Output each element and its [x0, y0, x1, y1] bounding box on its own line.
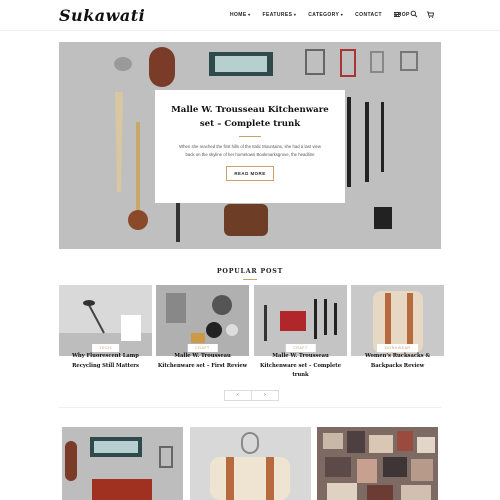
nav-category[interactable]: CATEGORY: [308, 12, 343, 18]
post-title[interactable]: Women's Rucksacks & Backpacks Review: [351, 352, 444, 371]
carousel-next-button[interactable]: ›: [251, 390, 279, 401]
hero-title[interactable]: Malle W. Trousseau Kitchenware set – Com…: [155, 103, 345, 131]
post-category-tag[interactable]: WORKWEAR: [376, 344, 419, 352]
hero-feature[interactable]: Malle W. Trousseau Kitchenware set – Com…: [59, 42, 441, 249]
post-card[interactable]: CRAFT Malle W. Trousseau Kitchenware set…: [254, 285, 347, 385]
post-category-tag[interactable]: TECH: [91, 344, 120, 352]
cart-icon[interactable]: [425, 9, 435, 19]
post-card[interactable]: TECH Why Fluorescent Lamp Recycling Stil…: [59, 285, 152, 385]
read-more-button[interactable]: READ MORE: [226, 166, 274, 181]
post-title[interactable]: Malle W. Trousseau Kitchenware set – Fir…: [156, 352, 249, 371]
menu-icon[interactable]: [392, 9, 402, 19]
nav-features[interactable]: FEATURES: [263, 12, 297, 18]
nav-home[interactable]: HOME: [230, 12, 251, 18]
post-card[interactable]: CRAFT Malle W. Trousseau Kitchenware set…: [156, 285, 249, 385]
post-category-tag[interactable]: CRAFT: [187, 344, 218, 352]
carousel-prev-button[interactable]: ‹: [224, 390, 252, 401]
post-thumbnail[interactable]: [317, 427, 438, 500]
section-divider: [243, 279, 257, 280]
nav-contact[interactable]: CONTACT: [355, 12, 382, 18]
post-thumbnail[interactable]: [190, 427, 311, 500]
post-title[interactable]: Malle W. Trousseau Kitchenware set – Com…: [254, 352, 347, 381]
post-card[interactable]: WORKWEAR Women's Rucksacks & Backpacks R…: [351, 285, 444, 385]
hero-excerpt: When she reached the first hills of the …: [179, 144, 321, 157]
post-thumbnail[interactable]: [62, 427, 183, 500]
post-title[interactable]: Why Fluorescent Lamp Recycling Still Mat…: [59, 352, 152, 371]
site-header: Sukawati HOME FEATURES CATEGORY CONTACT …: [0, 0, 500, 31]
popular-post-heading: POPULAR POST: [216, 268, 284, 275]
post-category-tag[interactable]: CRAFT: [285, 344, 316, 352]
title-divider: [239, 136, 261, 137]
hero-card: Malle W. Trousseau Kitchenware set – Com…: [155, 90, 345, 203]
search-icon[interactable]: [409, 9, 419, 19]
section-divider: [59, 407, 441, 408]
site-logo[interactable]: Sukawati: [59, 6, 145, 25]
